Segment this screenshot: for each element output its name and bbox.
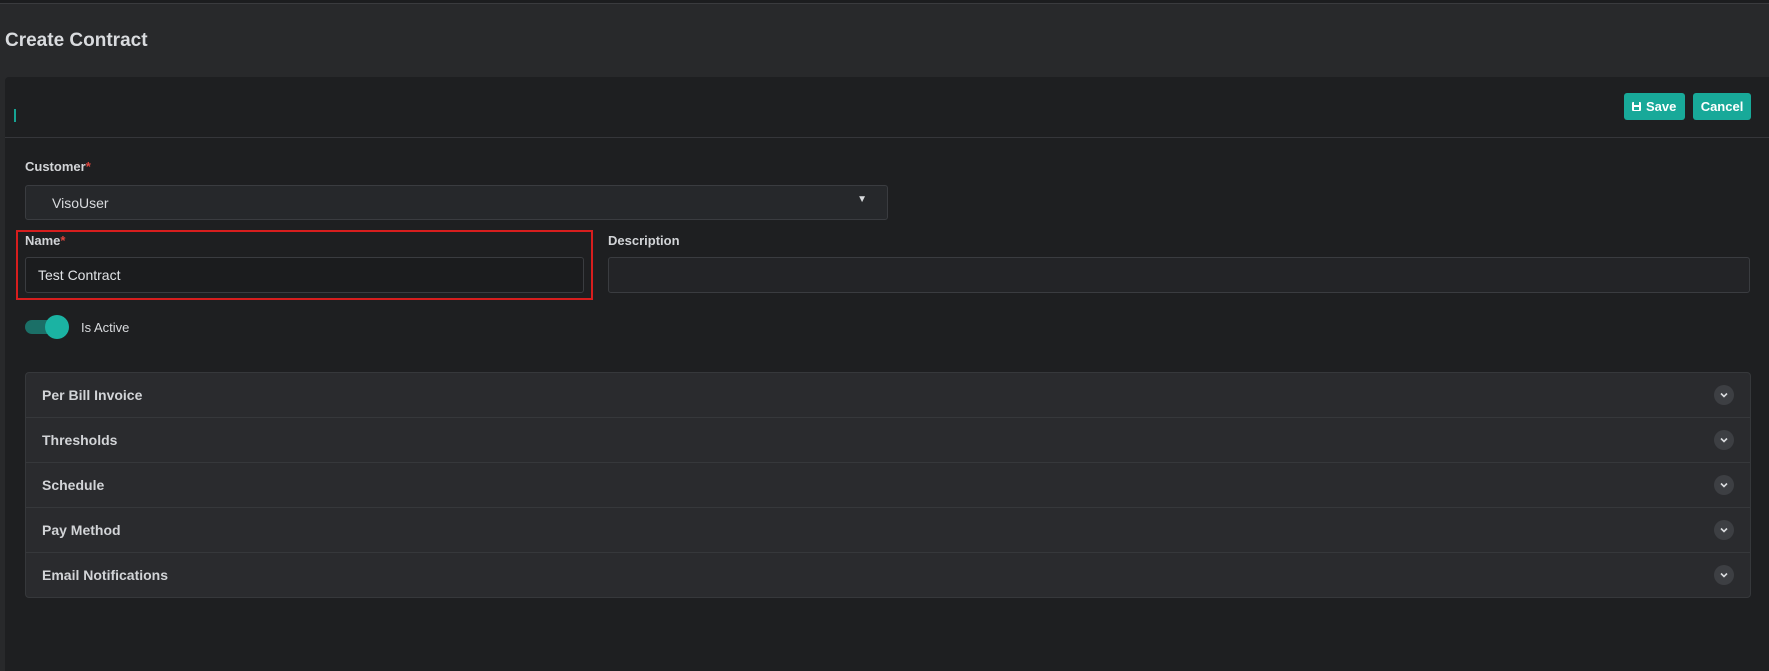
caret-down-icon: ▼ [857,194,867,205]
top-divider [0,0,1769,4]
accordion-item-label: Email Notifications [42,567,169,583]
header-accent-bar [14,109,16,122]
description-input[interactable] [608,257,1750,293]
is-active-label: Is Active [81,320,130,335]
name-input[interactable] [25,257,584,293]
accordion-item-thresholds[interactable]: Thresholds [26,418,1750,463]
is-active-toggle[interactable] [25,315,70,339]
chevron-down-icon[interactable] [1714,430,1734,450]
chevron-down-icon[interactable] [1714,565,1734,585]
page-title: Create Contract [5,30,148,51]
save-button[interactable]: Save [1624,93,1685,120]
accordion-item-label: Thresholds [42,432,118,448]
accordion-item-email-notifications[interactable]: Email Notifications [26,553,1750,597]
chevron-down-icon[interactable] [1714,385,1734,405]
sections-accordion: Per Bill Invoice Thresholds Schedule Pay… [25,372,1751,598]
accordion-item-label: Pay Method [42,522,121,538]
description-label-text: Description [608,233,680,248]
customer-label: Customer* [25,159,91,174]
name-label: Name* [25,233,65,248]
accordion-item-label: Per Bill Invoice [42,387,143,403]
description-label: Description [608,233,680,248]
chevron-down-icon[interactable] [1714,520,1734,540]
chevron-down-icon[interactable] [1714,475,1734,495]
customer-label-text: Customer [25,159,86,174]
required-mark: * [85,159,91,174]
customer-select[interactable]: VisoUser ▼ [25,185,888,220]
floppy-disk-icon [1632,102,1641,111]
accordion-item-schedule[interactable]: Schedule [26,463,1750,508]
required-mark: * [60,233,66,248]
accordion-item-per-bill-invoice[interactable]: Per Bill Invoice [26,373,1750,418]
customer-select-value: VisoUser [52,195,109,211]
save-button-label: Save [1646,99,1677,114]
accordion-item-pay-method[interactable]: Pay Method [26,508,1750,553]
accordion-item-label: Schedule [42,477,105,493]
toggle-knob [45,315,69,339]
cancel-button[interactable]: Cancel [1693,93,1751,120]
contract-form-card: Save Cancel Customer* VisoUser ▼ Name* D… [5,77,1769,671]
cancel-button-label: Cancel [1700,99,1744,114]
name-label-text: Name [25,233,61,248]
card-header: Save Cancel [5,77,1769,138]
